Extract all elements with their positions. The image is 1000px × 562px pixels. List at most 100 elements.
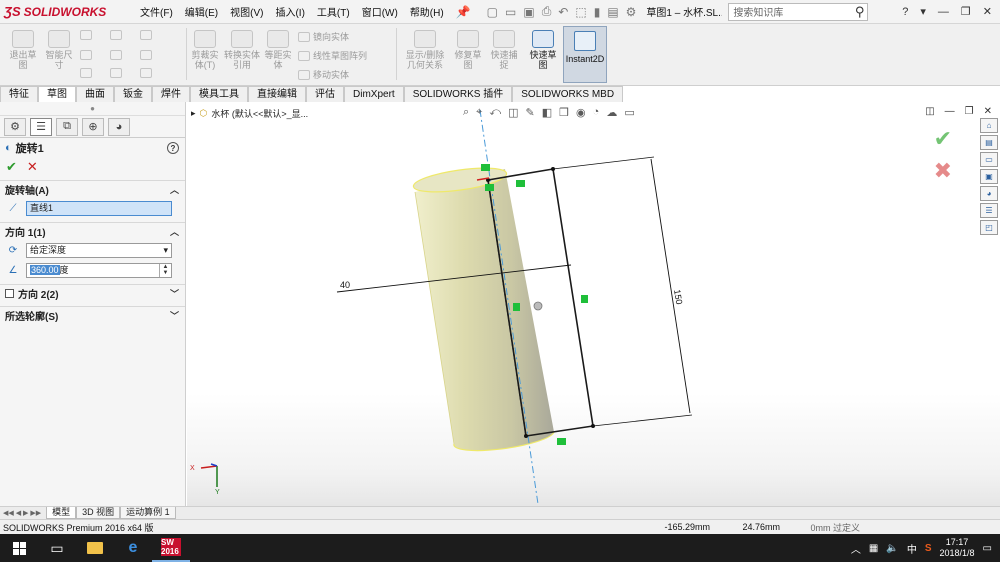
menu-file[interactable]: 文件(F) xyxy=(134,4,179,19)
line-tool[interactable] xyxy=(80,30,92,40)
offset-button[interactable]: 等距实体 xyxy=(262,30,294,70)
direction2-checkbox[interactable] xyxy=(5,289,14,298)
relation-marker[interactable] xyxy=(516,180,525,187)
zoom-to-fit-icon[interactable]: ⌕ xyxy=(463,106,469,119)
tab-direct-editing[interactable]: 直接编辑 xyxy=(248,86,306,102)
menu-insert[interactable]: 插入(I) xyxy=(269,4,310,19)
appearances-icon[interactable]: ◕ xyxy=(980,186,998,201)
sogou-icon[interactable]: S xyxy=(925,543,932,554)
axis-section-header[interactable]: 旋转轴(A) ︿ xyxy=(0,180,185,198)
custom-properties-icon[interactable]: ☰ xyxy=(980,203,998,218)
quick-sketch-button[interactable]: 快速草图 xyxy=(526,30,560,70)
notification-icon[interactable]: ▭ xyxy=(983,543,992,554)
relation-marker[interactable] xyxy=(485,184,494,191)
fillet-tool[interactable] xyxy=(110,68,122,78)
configuration-manager-tab[interactable]: ⧉ xyxy=(56,117,78,136)
file-explorer-button[interactable] xyxy=(76,534,114,562)
tab-motion-study[interactable]: 运动算例 1 xyxy=(120,507,176,519)
rebuild-icon[interactable]: ▮ xyxy=(594,5,601,19)
reverse-direction-icon[interactable]: ⟳ xyxy=(6,243,20,257)
previous-view-icon[interactable]: ⤺ xyxy=(489,106,501,119)
selected-contours-section-header[interactable]: 所选轮廓(S) ﹀ xyxy=(0,306,185,324)
spline-tool[interactable] xyxy=(140,30,152,40)
direction2-section-header[interactable]: 方向 2(2) ﹀ xyxy=(0,284,185,302)
options-icon[interactable]: ⚙ xyxy=(626,5,637,19)
exit-sketch-button[interactable]: 退出草图 xyxy=(6,30,40,70)
file-explorer-icon[interactable]: ▭ xyxy=(980,152,998,167)
volume-icon[interactable]: 🔈 xyxy=(886,543,898,554)
text-tool[interactable] xyxy=(140,68,152,78)
dimension-height[interactable]: 150 xyxy=(672,289,684,305)
design-library-icon[interactable]: ▤ xyxy=(980,135,998,150)
forum-icon[interactable]: ◰ xyxy=(980,220,998,235)
instant2d-button[interactable]: Instant2D xyxy=(563,26,607,83)
viewport-close-icon[interactable]: ✕ xyxy=(984,106,992,117)
graphics-area[interactable]: 40 150 X Y ▸ ⬡ 水杯 (默认<<默认>_显... ⌕ ⌖ ⤺ ◫ … xyxy=(187,102,1000,506)
menu-window[interactable]: 窗口(W) xyxy=(356,4,404,19)
chevron-down-icon[interactable]: ﹀ xyxy=(170,287,179,300)
repair-sketch-button[interactable]: 修复草图 xyxy=(452,30,484,70)
cancel-icon[interactable]: ✕ xyxy=(27,159,38,175)
relation-marker[interactable] xyxy=(513,303,520,311)
tray-expand-icon[interactable]: ︿ xyxy=(851,541,861,556)
display-relations-button[interactable]: 显示/删除几何关系 xyxy=(402,30,448,70)
ime-indicator[interactable]: 中 xyxy=(907,541,917,556)
select-icon[interactable]: ⬚ xyxy=(575,5,586,19)
search-input[interactable]: 搜索知识库 ⚲ xyxy=(728,2,869,21)
edge-button[interactable]: e xyxy=(114,534,152,562)
polygon-tool[interactable] xyxy=(80,68,92,78)
tab-weldments[interactable]: 焊件 xyxy=(152,86,190,102)
dynamic-annotation-icon[interactable]: ✎ xyxy=(526,106,535,119)
start-button[interactable] xyxy=(0,534,38,562)
display-manager-tab[interactable]: ◕ xyxy=(108,117,130,136)
chevron-down-icon[interactable]: ﹀ xyxy=(170,309,179,322)
property-manager-tab[interactable]: ☰ xyxy=(30,117,52,136)
rectangle-tool[interactable] xyxy=(80,50,92,60)
view-orientation-icon[interactable]: ◧ xyxy=(542,106,552,119)
help-dropdown-icon[interactable]: ▾ xyxy=(920,5,926,18)
direction1-section-header[interactable]: 方向 1(1) ︿ xyxy=(0,222,185,240)
tab-mbd[interactable]: SOLIDWORKS MBD xyxy=(512,86,624,102)
viewport-split-icon[interactable]: ◫ xyxy=(925,106,934,117)
tab-sketch[interactable]: 草图 xyxy=(38,86,76,102)
menu-tools[interactable]: 工具(T) xyxy=(311,4,356,19)
viewport-minimize-icon[interactable]: — xyxy=(945,106,955,117)
tab-evaluate[interactable]: 评估 xyxy=(306,86,344,102)
dimension-diameter[interactable]: 40 xyxy=(340,280,350,290)
spinner-icon[interactable]: ▲ ▼ xyxy=(159,263,171,277)
network-icon[interactable]: ▦ xyxy=(869,543,878,554)
tab-sheet-metal[interactable]: 钣金 xyxy=(114,86,152,102)
close-icon[interactable]: ✕ xyxy=(983,5,992,18)
tab-features[interactable]: 特征 xyxy=(0,86,38,102)
menu-edit[interactable]: 编辑(E) xyxy=(179,4,224,19)
relation-marker[interactable] xyxy=(581,295,588,303)
angle-input[interactable]: 360.00度 ▲ ▼ xyxy=(26,262,172,278)
help-icon[interactable]: ? xyxy=(167,142,179,154)
solidworks-resources-icon[interactable]: ⌂ xyxy=(980,118,998,133)
save-icon[interactable]: ▣ xyxy=(523,5,534,19)
relation-marker[interactable] xyxy=(481,164,490,171)
new-icon[interactable]: ▢ xyxy=(487,5,498,19)
chevron-up-icon[interactable]: ︿ xyxy=(170,225,179,238)
sketch-canvas[interactable]: 40 150 X Y xyxy=(187,102,1000,506)
move-entities-button[interactable]: 移动实体 xyxy=(298,68,349,81)
hide-show-icon[interactable]: ◉ xyxy=(576,106,586,119)
solidworks-taskbar-button[interactable]: SW 2016 xyxy=(152,534,190,562)
apply-scene-icon[interactable]: ☁ xyxy=(606,106,617,119)
tab-scroll-icons[interactable]: ◀◀ ◀ ▶ ▶▶ xyxy=(3,509,41,517)
zoom-area-icon[interactable]: ⌖ xyxy=(476,106,482,119)
end-condition-select[interactable]: 给定深度 ▾ xyxy=(26,242,172,258)
check-icon[interactable]: ✔ xyxy=(6,159,17,175)
sketch-point[interactable] xyxy=(524,434,528,438)
view-palette-icon[interactable]: ▣ xyxy=(980,169,998,184)
panel-grip[interactable]: ● xyxy=(0,102,185,116)
open-icon[interactable]: ▭ xyxy=(505,5,516,19)
view-settings-icon[interactable]: ▭ xyxy=(624,106,634,119)
minimize-icon[interactable]: — xyxy=(938,6,949,18)
search-icon[interactable]: ⚲ xyxy=(855,4,868,20)
confirm-cancel-icon[interactable]: ✖ xyxy=(934,158,952,184)
help-icon[interactable]: ? xyxy=(902,6,908,18)
solidworks-logo[interactable]: ƷS SOLIDWORKS xyxy=(0,0,118,24)
trim-button[interactable]: 剪裁实体(T) xyxy=(188,30,222,70)
rapid-snap-button[interactable]: 快速捕捉 xyxy=(488,30,520,70)
